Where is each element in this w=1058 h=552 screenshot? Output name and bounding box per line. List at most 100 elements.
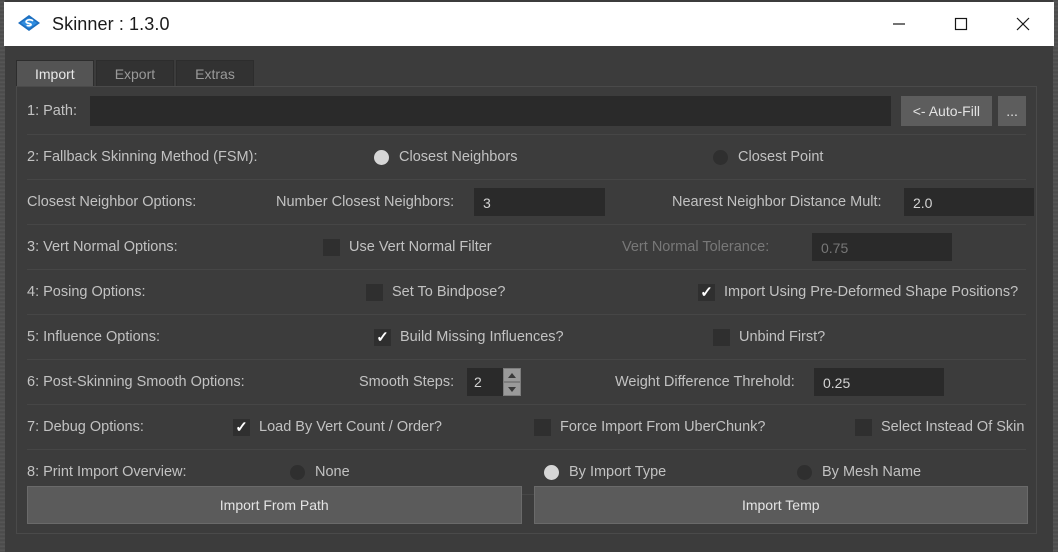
radio-closest-neighbors-label: Closest Neighbors — [399, 149, 518, 165]
checkbox-unbind-first[interactable]: Unbind First? — [713, 328, 826, 346]
closest-neighbor-options-label: Closest Neighbor Options: — [27, 194, 197, 210]
nearest-neighbor-distance-mult-input[interactable]: 2.0 — [904, 188, 1034, 216]
radio-closest-neighbors-icon — [374, 149, 389, 165]
auto-fill-button[interactable]: <- Auto-Fill — [900, 95, 993, 126]
radio-overview-by-mesh-name-label: By Mesh Name — [822, 464, 922, 480]
fsm-label: 2: Fallback Skinning Method (FSM): — [27, 149, 258, 165]
tab-export-label: Export — [114, 65, 156, 82]
checkbox-import-using-pre-deformed-shape-positions-label: Import Using Pre-Deformed Shape Position… — [724, 284, 1019, 300]
minimize-icon — [893, 23, 905, 25]
smooth-steps-input[interactable]: 2 — [467, 368, 503, 396]
print-import-overview-label: 8: Print Import Overview: — [27, 464, 187, 480]
smooth-steps-stepper[interactable]: 2 — [467, 368, 521, 396]
weight-difference-threshold-input[interactable]: 0.25 — [814, 368, 944, 396]
import-temp-button[interactable]: Import Temp — [533, 486, 1028, 524]
number-closest-neighbors-label: Number Closest Neighbors: — [276, 194, 455, 210]
maximize-button[interactable] — [930, 2, 992, 46]
radio-overview-none-label: None — [315, 464, 350, 480]
row-post-skinning-smooth-options: 6: Post-Skinning Smooth Options: Smooth … — [27, 360, 1026, 405]
checkbox-load-by-vert-count-order-box: ✓ — [233, 418, 250, 436]
tab-import[interactable]: Import — [16, 60, 94, 86]
checkbox-build-missing-influences[interactable]: ✓ Build Missing Influences? — [374, 328, 564, 346]
tab-extras-label: Extras — [195, 65, 235, 82]
tab-extras[interactable]: Extras — [176, 60, 254, 86]
checkbox-build-missing-influences-box: ✓ — [374, 328, 391, 346]
check-mark-icon: ✓ — [700, 283, 713, 301]
checkbox-force-import-from-uberchunk-box — [534, 418, 551, 436]
skinner-window: Skinner : 1.3.0 Import Export Extras 1: … — [0, 0, 1058, 552]
radio-closest-neighbors[interactable]: Closest Neighbors — [374, 149, 517, 165]
checkbox-import-using-pre-deformed-shape-positions-box: ✓ — [698, 283, 715, 301]
smooth-steps-label: Smooth Steps: — [359, 374, 455, 390]
row-debug-options: 7: Debug Options: ✓ Load By Vert Count /… — [27, 405, 1026, 450]
checkbox-select-instead-of-skin-box — [855, 418, 872, 436]
checkbox-set-to-bindpose-box — [366, 283, 383, 301]
radio-overview-by-import-type-icon — [544, 464, 559, 480]
tab-export[interactable]: Export — [95, 60, 175, 86]
radio-overview-none-icon — [290, 464, 305, 480]
checkbox-set-to-bindpose-label: Set To Bindpose? — [392, 284, 506, 300]
checkbox-use-vert-normal-filter-label: Use Vert Normal Filter — [349, 239, 492, 255]
checkbox-load-by-vert-count-order-label: Load By Vert Count / Order? — [259, 419, 442, 435]
close-button[interactable] — [992, 2, 1054, 46]
row-closest-neighbor-options: Closest Neighbor Options: Number Closest… — [27, 180, 1034, 225]
browse-path-button[interactable]: ... — [998, 95, 1026, 126]
vert-normal-tolerance-input[interactable]: 0.75 — [812, 233, 952, 261]
checkbox-load-by-vert-count-order[interactable]: ✓ Load By Vert Count / Order? — [233, 418, 442, 436]
posing-options-label: 4: Posing Options: — [27, 284, 146, 300]
checkbox-use-vert-normal-filter[interactable]: Use Vert Normal Filter — [323, 238, 492, 256]
checkbox-build-missing-influences-label: Build Missing Influences? — [400, 329, 564, 345]
nearest-neighbor-distance-mult-label: Nearest Neighbor Distance Mult: — [672, 194, 882, 210]
import-tab-panel: 1: Path: <- Auto-Fill ... 2: Fallback Sk… — [16, 86, 1037, 534]
radio-closest-point-label: Closest Point — [738, 149, 824, 165]
tab-import-label: Import — [35, 65, 75, 82]
title-bar[interactable]: Skinner : 1.3.0 — [4, 2, 1054, 46]
row-fallback-skinning-method: 2: Fallback Skinning Method (FSM): Close… — [27, 135, 1026, 180]
number-closest-neighbors-input[interactable]: 3 — [474, 188, 605, 216]
window-title: Skinner : 1.3.0 — [52, 13, 170, 34]
radio-closest-point-icon — [713, 149, 728, 165]
checkbox-use-vert-normal-filter-box — [323, 238, 340, 256]
radio-overview-by-mesh-name-icon — [797, 464, 812, 480]
post-skinning-smooth-options-label: 6: Post-Skinning Smooth Options: — [27, 374, 245, 390]
influence-options-label: 5: Influence Options: — [27, 329, 160, 345]
checkbox-import-using-pre-deformed-shape-positions[interactable]: ✓ Import Using Pre-Deformed Shape Positi… — [698, 283, 1019, 301]
radio-overview-none[interactable]: None — [290, 464, 350, 480]
radio-overview-by-import-type-label: By Import Type — [569, 464, 667, 480]
stepper-up-button[interactable] — [503, 368, 521, 382]
radio-closest-point[interactable]: Closest Point — [713, 149, 823, 165]
weight-difference-threshold-label: Weight Difference Threhold: — [615, 374, 795, 390]
import-from-path-button[interactable]: Import From Path — [27, 486, 522, 524]
skinner-app-icon — [16, 11, 42, 37]
stepper-down-button[interactable] — [503, 382, 521, 396]
action-button-bar: Import From Path Import Temp — [27, 486, 1028, 524]
row-path: 1: Path: <- Auto-Fill ... — [27, 87, 1026, 135]
minimize-button[interactable] — [868, 2, 930, 46]
check-mark-icon: ✓ — [376, 328, 389, 346]
radio-overview-by-import-type[interactable]: By Import Type — [544, 464, 666, 480]
maximize-icon — [954, 17, 968, 31]
checkbox-unbind-first-label: Unbind First? — [739, 329, 826, 345]
debug-options-label: 7: Debug Options: — [27, 419, 144, 435]
row-posing-options: 4: Posing Options: Set To Bindpose? ✓ Im… — [27, 270, 1026, 315]
checkbox-set-to-bindpose[interactable]: Set To Bindpose? — [366, 283, 506, 301]
radio-overview-by-mesh-name[interactable]: By Mesh Name — [797, 464, 921, 480]
check-mark-icon: ✓ — [235, 418, 248, 436]
tab-bar: Import Export Extras — [16, 60, 256, 86]
vert-normal-tolerance-label: Vert Normal Tolerance: — [622, 239, 770, 255]
window-left-edge — [0, 0, 5, 552]
checkbox-force-import-from-uberchunk[interactable]: Force Import From UberChunk? — [534, 418, 766, 436]
path-label: 1: Path: — [27, 102, 77, 119]
window-right-edge — [1053, 0, 1058, 552]
vert-normal-options-label: 3: Vert Normal Options: — [27, 239, 178, 255]
checkbox-select-instead-of-skin-label: Select Instead Of Skin — [881, 419, 1025, 435]
path-input[interactable] — [89, 95, 891, 126]
smooth-steps-arrows — [503, 368, 521, 396]
chevron-up-icon — [508, 372, 516, 378]
checkbox-force-import-from-uberchunk-label: Force Import From UberChunk? — [560, 419, 766, 435]
window-controls — [868, 2, 1054, 46]
row-influence-options: 5: Influence Options: ✓ Build Missing In… — [27, 315, 1026, 360]
checkbox-select-instead-of-skin[interactable]: Select Instead Of Skin — [855, 418, 1025, 436]
chevron-down-icon — [508, 386, 516, 392]
close-icon — [1016, 17, 1030, 31]
